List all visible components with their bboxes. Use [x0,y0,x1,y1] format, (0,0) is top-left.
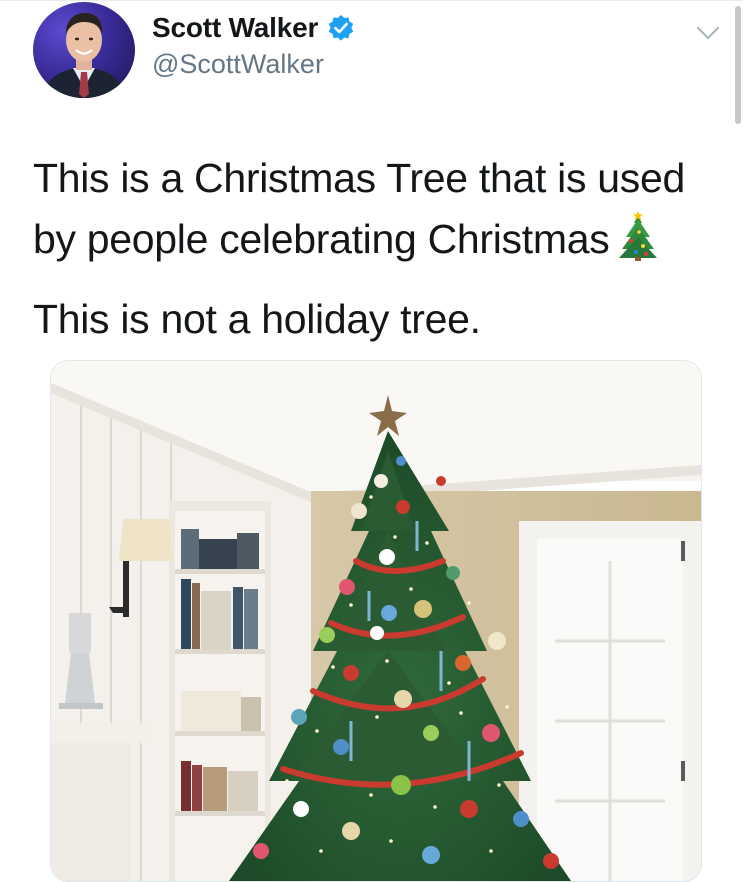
christmas-tree-emoji-icon [617,211,659,261]
tweet-text-line-1: This is a Christmas Tree that is used by… [33,148,723,270]
tweet-text-line-1-content: This is a Christmas Tree that is used by… [33,155,685,262]
top-divider [0,0,743,1]
author-handle[interactable]: @ScottWalker [152,49,324,80]
chevron-down-icon[interactable] [693,18,723,48]
author-display-name[interactable]: Scott Walker [152,12,318,44]
scrollbar[interactable] [735,6,741,124]
tweet-text: This is a Christmas Tree that is used by… [33,148,723,350]
author-name-row[interactable]: Scott Walker [152,12,355,44]
verified-badge-icon [327,14,355,42]
tweet-text-line-2: This is not a holiday tree. [33,296,481,342]
avatar[interactable] [33,2,135,98]
tweet-photo[interactable] [50,360,702,882]
